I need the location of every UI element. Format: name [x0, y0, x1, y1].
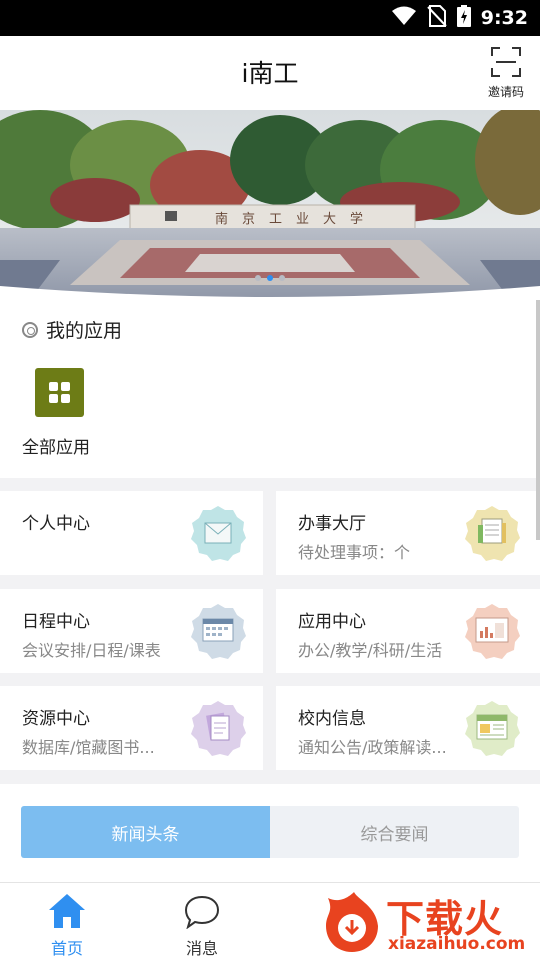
nav-home-label: 首页: [50, 939, 83, 958]
scan-icon: [491, 47, 521, 81]
card-app-center[interactable]: 应用中心 办公/教学/科研/生活: [276, 589, 540, 673]
my-apps-section: 我的应用 全部应用: [0, 300, 540, 478]
documents-icon: [464, 505, 520, 561]
home-icon: [48, 893, 86, 933]
calendar-icon: [190, 603, 246, 659]
invite-code-button[interactable]: 邀请码: [486, 47, 526, 100]
files-icon: [190, 700, 246, 756]
card-resource-center[interactable]: 资源中心 数据库/馆藏图书...: [0, 686, 263, 770]
status-bar: 9:32: [0, 0, 540, 36]
card-title: 资源中心: [22, 709, 90, 729]
ring-icon: [22, 321, 38, 338]
card-subtitle: 会议安排/日程/课表: [22, 641, 161, 660]
tab-general-news[interactable]: 综合要闻: [270, 806, 519, 858]
invite-code-label: 邀请码: [487, 85, 524, 99]
flame-logo-icon: [320, 890, 384, 958]
svg-text:南京工业大学: 南京工业大学: [215, 211, 377, 227]
card-title: 办事大厅: [298, 514, 366, 534]
card-campus-info[interactable]: 校内信息 通知公告/政策解读...: [276, 686, 540, 770]
battery-charging-icon: [456, 5, 471, 31]
card-subtitle: 办公/教学/科研/生活: [298, 641, 443, 660]
chat-bubble-icon: [184, 895, 220, 933]
chart-board-icon: [464, 603, 520, 659]
news-section: 新闻头条 综合要闻: [0, 784, 540, 882]
nav-messages-label: 消息: [185, 939, 218, 958]
card-subtitle: 数据库/馆藏图书...: [22, 738, 155, 757]
card-personal-center[interactable]: 个人中心: [0, 491, 263, 575]
my-apps-header: 我的应用: [22, 316, 122, 343]
app-header: i南工 邀请码: [0, 36, 540, 110]
all-apps-label: 全部应用: [22, 438, 90, 458]
card-title: 日程中心: [22, 612, 90, 632]
nav-home[interactable]: 首页: [22, 883, 112, 960]
no-sim-icon: [427, 5, 447, 31]
watermark-url: xiazaihuo.com: [388, 934, 526, 954]
status-time: 9:32: [480, 7, 528, 29]
page-title: i南工: [241, 59, 299, 88]
watermark-logo: 下载火 xiazaihuo.com: [318, 886, 540, 958]
news-tabs: 新闻头条 综合要闻: [21, 806, 519, 858]
card-title: 个人中心: [22, 514, 90, 534]
campus-banner[interactable]: 南京工业大学: [0, 110, 540, 300]
card-subtitle: 通知公告/政策解读...: [298, 738, 447, 757]
card-title: 校内信息: [298, 709, 366, 729]
newspaper-icon: [464, 700, 520, 756]
my-apps-title: 我的应用: [46, 320, 123, 342]
card-subtitle: 待处理事项：个: [298, 543, 411, 562]
nav-messages[interactable]: 消息: [157, 883, 247, 960]
wifi-icon: [391, 6, 417, 30]
card-title: 应用中心: [298, 612, 366, 632]
all-apps-button[interactable]: [35, 368, 84, 417]
tab-headlines[interactable]: 新闻头条: [21, 806, 270, 858]
scrollbar[interactable]: [536, 300, 540, 540]
card-schedule-center[interactable]: 日程中心 会议安排/日程/课表: [0, 589, 263, 673]
mail-icon: [190, 505, 246, 561]
card-service-hall[interactable]: 办事大厅 待处理事项：个: [276, 491, 540, 575]
